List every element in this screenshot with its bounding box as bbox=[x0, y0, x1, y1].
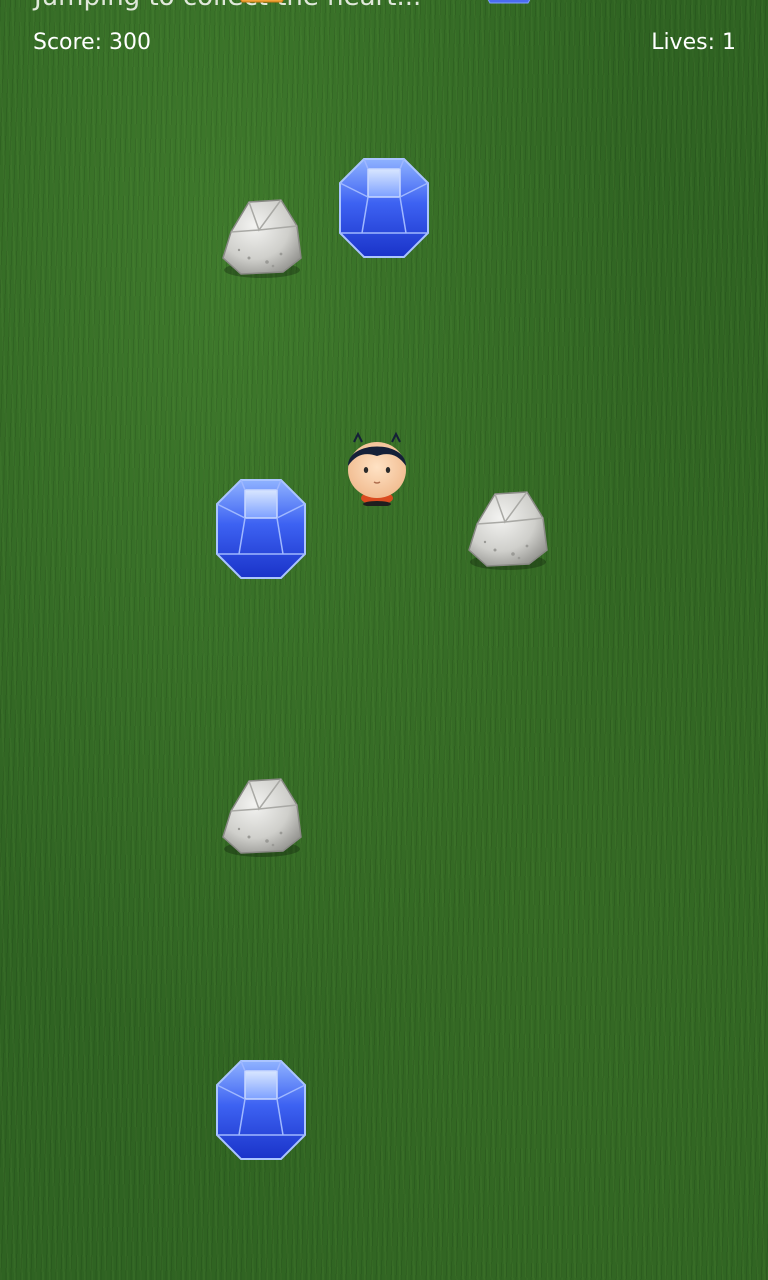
top-message: Jumping to collect the heart... bbox=[34, 0, 421, 12]
lives-display: Lives: 1 bbox=[651, 30, 736, 55]
rock-icon bbox=[468, 491, 548, 570]
score-display: Score: 300 bbox=[33, 30, 151, 55]
lives-label: Lives: bbox=[651, 30, 715, 55]
orange-item-partial-icon bbox=[240, 0, 284, 3]
score-label: Score: bbox=[33, 30, 103, 55]
lives-value: 1 bbox=[722, 30, 736, 55]
player-character-icon bbox=[348, 431, 406, 506]
rock-icon bbox=[222, 778, 302, 857]
score-value: 300 bbox=[109, 30, 152, 55]
rock-icon bbox=[222, 199, 302, 278]
blue-gem-icon bbox=[216, 479, 306, 579]
blue-gem-partial-icon bbox=[487, 0, 531, 4]
blue-gem-icon bbox=[339, 158, 429, 258]
blue-gem-icon bbox=[216, 1060, 306, 1160]
